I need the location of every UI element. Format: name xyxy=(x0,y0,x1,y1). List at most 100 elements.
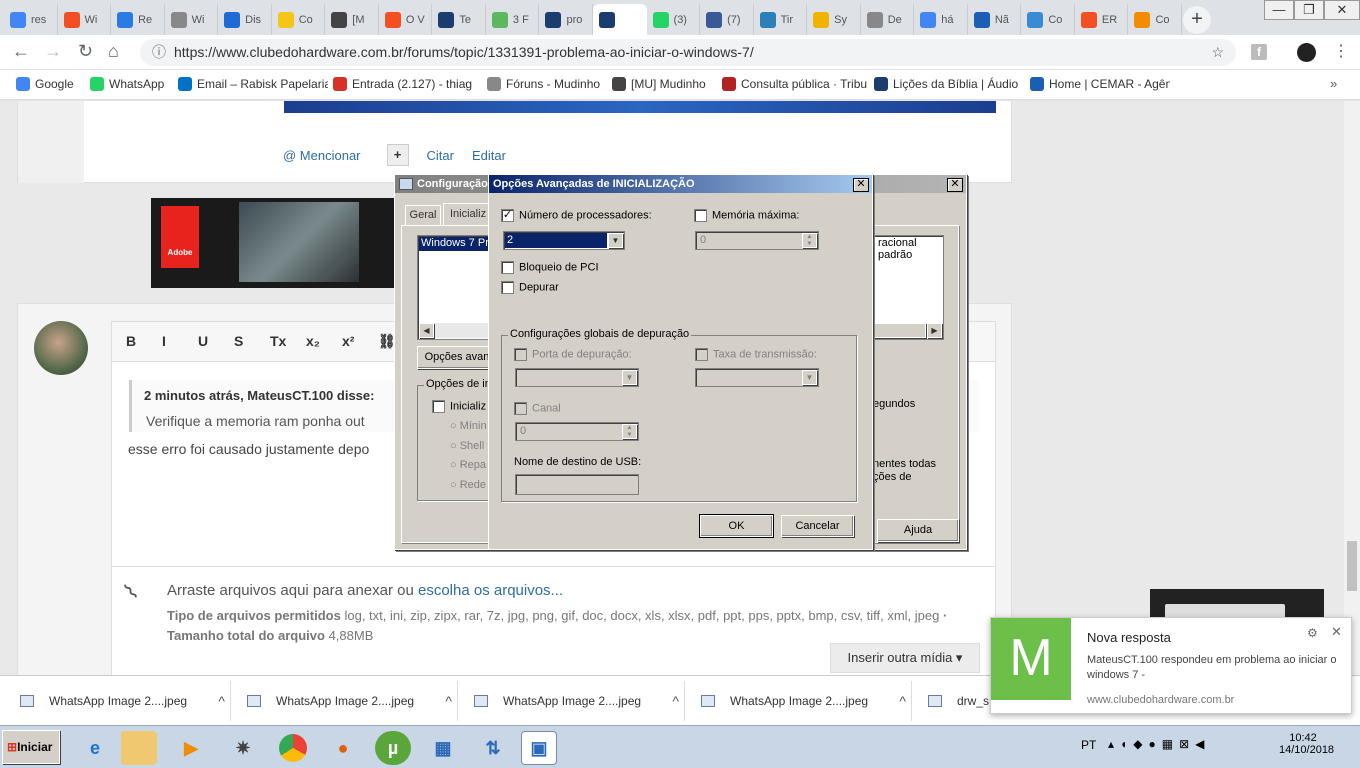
bookmark-1[interactable]: WhatsApp xyxy=(90,77,164,91)
firefox-icon[interactable]: ● xyxy=(325,731,361,765)
utorrent-icon[interactable]: µ xyxy=(375,731,411,765)
safe-boot-checkbox[interactable] xyxy=(432,400,445,413)
config-close-button[interactable]: ✕ xyxy=(947,178,963,192)
spinner-icon[interactable]: ▲ ▼ xyxy=(622,424,637,439)
choose-files-link[interactable]: escolha os arquivos... xyxy=(418,582,563,599)
pci-lock-checkbox[interactable] xyxy=(501,261,514,274)
debug-checkbox[interactable] xyxy=(501,281,514,294)
reply-text[interactable]: esse erro foi causado justamente depo xyxy=(128,441,369,457)
tab-1[interactable]: Wi xyxy=(58,4,112,35)
tab-4[interactable]: Dis xyxy=(218,4,272,35)
advanced-options-button[interactable]: Opções avan xyxy=(417,346,497,369)
chevron-down-icon[interactable]: ▼ xyxy=(622,370,637,385)
italic-button[interactable]: I xyxy=(162,333,166,349)
mudinho-icon[interactable]: ✷ xyxy=(225,731,261,765)
star-icon[interactable]: ☆ xyxy=(1211,39,1224,66)
ok-button[interactable]: OK xyxy=(699,514,774,538)
restore-button[interactable]: ❐ xyxy=(1294,0,1324,20)
tab-2[interactable]: Re xyxy=(111,4,165,35)
tab-7[interactable]: O V xyxy=(379,4,433,35)
info-icon[interactable]: ⓘ xyxy=(152,39,166,66)
cancel-button[interactable]: Cancelar xyxy=(781,515,854,537)
underline-button[interactable]: U xyxy=(198,333,208,349)
tab-8[interactable]: Te xyxy=(432,4,486,35)
tab-9[interactable]: 3 F xyxy=(486,4,540,35)
explorer-icon[interactable] xyxy=(121,731,157,765)
tab-5[interactable]: Co xyxy=(272,4,326,35)
tab-21[interactable]: Co xyxy=(1128,4,1182,35)
ie-icon[interactable]: e xyxy=(77,731,113,765)
start-button[interactable]: ⊞Iniciar xyxy=(2,730,60,764)
tab-10[interactable]: pro xyxy=(539,4,593,35)
radio-shell[interactable]: ○ Shell xyxy=(450,440,484,452)
address-bar[interactable]: ⓘ https://www.clubedohardware.com.br/for… xyxy=(140,39,1236,66)
gear-icon[interactable]: ⚙ xyxy=(1307,626,1318,640)
avatar[interactable] xyxy=(1297,43,1316,62)
reload-icon[interactable]: ↻ xyxy=(78,41,93,62)
download-item[interactable]: WhatsApp Image 2....jpeg ^ xyxy=(474,689,679,713)
bookmark-8[interactable]: Home | CEMAR - Agênc xyxy=(1030,77,1170,91)
media-player-icon[interactable]: ▶ xyxy=(173,731,209,765)
language-indicator[interactable]: PT xyxy=(1081,738,1096,752)
new-tab-button[interactable]: + xyxy=(1183,6,1211,34)
ad-banner[interactable]: Adobe xyxy=(151,198,411,288)
chevron-down-icon[interactable]: ▼ xyxy=(608,233,623,248)
chevron-down-icon[interactable]: ▼ xyxy=(802,370,817,385)
attachments-area[interactable]: ⌇ Arraste arquivos aqui para anexar ou e… xyxy=(111,566,996,675)
download-item[interactable]: WhatsApp Image 2....jpeg ^ xyxy=(247,689,452,713)
download-item[interactable]: WhatsApp Image 2....jpeg ^ xyxy=(701,689,906,713)
close-icon[interactable]: ✕ xyxy=(1331,624,1342,640)
superscript-button[interactable]: x² xyxy=(342,333,354,349)
tab-boot[interactable]: Inicializ xyxy=(443,203,493,225)
tray-icons[interactable]: ▴◖◆●▦⊠◀ xyxy=(1108,737,1210,751)
debug-port-select[interactable]: ▼ xyxy=(515,368,639,387)
control-panel-icon[interactable]: ▦ xyxy=(425,731,461,765)
more-bookmarks-icon[interactable]: » xyxy=(1330,76,1337,91)
tab-6[interactable]: [M xyxy=(325,4,379,35)
usb-target-field[interactable] xyxy=(515,474,639,495)
home-icon[interactable]: ⌂ xyxy=(108,41,119,62)
scrollbar-thumb[interactable] xyxy=(1347,541,1357,591)
tab-11[interactable] xyxy=(593,4,647,35)
back-icon[interactable]: ← xyxy=(12,41,30,62)
tab-14[interactable]: Tir xyxy=(754,4,808,35)
quote-link[interactable]: Citar xyxy=(427,148,454,163)
forward-icon[interactable]: → xyxy=(44,41,62,62)
multiquote-button[interactable]: + xyxy=(386,144,409,166)
bookmark-7[interactable]: Lições da Bíblia | Áudio xyxy=(874,77,1018,91)
tab-16[interactable]: De xyxy=(861,4,915,35)
tab-15[interactable]: Sy xyxy=(807,4,861,35)
tab-general[interactable]: Geral xyxy=(405,205,441,225)
channel-checkbox[interactable] xyxy=(514,402,527,415)
tab-13[interactable]: (7) xyxy=(700,4,754,35)
channel-field[interactable]: 0 ▲ ▼ xyxy=(515,422,639,441)
menu-icon[interactable]: ⋮ xyxy=(1333,41,1349,61)
tab-12[interactable]: (3) xyxy=(647,4,701,35)
clear-format-button[interactable]: Tx xyxy=(270,333,286,349)
tab-17[interactable]: há xyxy=(914,4,968,35)
baud-rate-select[interactable]: ▼ xyxy=(695,368,819,387)
msconfig-taskbar-button[interactable]: ▣ xyxy=(521,731,557,765)
os-list-item[interactable]: Windows 7 Pr xyxy=(419,237,491,251)
radio-network[interactable]: ○ Rede xyxy=(450,479,486,491)
debug-port-checkbox[interactable] xyxy=(514,348,527,361)
num-processors-checkbox[interactable]: ✓ xyxy=(501,209,514,222)
radio-repair[interactable]: ○ Repa xyxy=(450,459,486,471)
bookmark-4[interactable]: Fóruns - Mudinho xyxy=(487,77,600,91)
tab-18[interactable]: Nã xyxy=(968,4,1022,35)
clock[interactable]: 10:42 14/10/2018 xyxy=(1279,732,1334,756)
scroll-left-icon[interactable]: ◀ xyxy=(419,323,434,338)
advanced-close-button[interactable]: ✕ xyxy=(853,178,869,192)
tab-0[interactable]: res xyxy=(4,4,58,35)
bold-button[interactable]: B xyxy=(126,333,136,349)
edit-link[interactable]: Editar xyxy=(472,148,506,163)
help-button[interactable]: Ajuda xyxy=(877,519,959,542)
mention-link[interactable]: @ Mencionar xyxy=(283,148,361,163)
chrome-icon[interactable] xyxy=(275,731,311,765)
subscript-button[interactable]: x₂ xyxy=(306,333,320,349)
bookmark-3[interactable]: Entrada (2.127) - thiag xyxy=(333,77,472,91)
num-processors-select[interactable]: 2 ▼ xyxy=(503,231,625,250)
bookmark-6[interactable]: Consulta pública · Tribu xyxy=(722,77,867,91)
scroll-thumb[interactable] xyxy=(874,323,926,338)
minimize-button[interactable]: — xyxy=(1264,0,1294,20)
